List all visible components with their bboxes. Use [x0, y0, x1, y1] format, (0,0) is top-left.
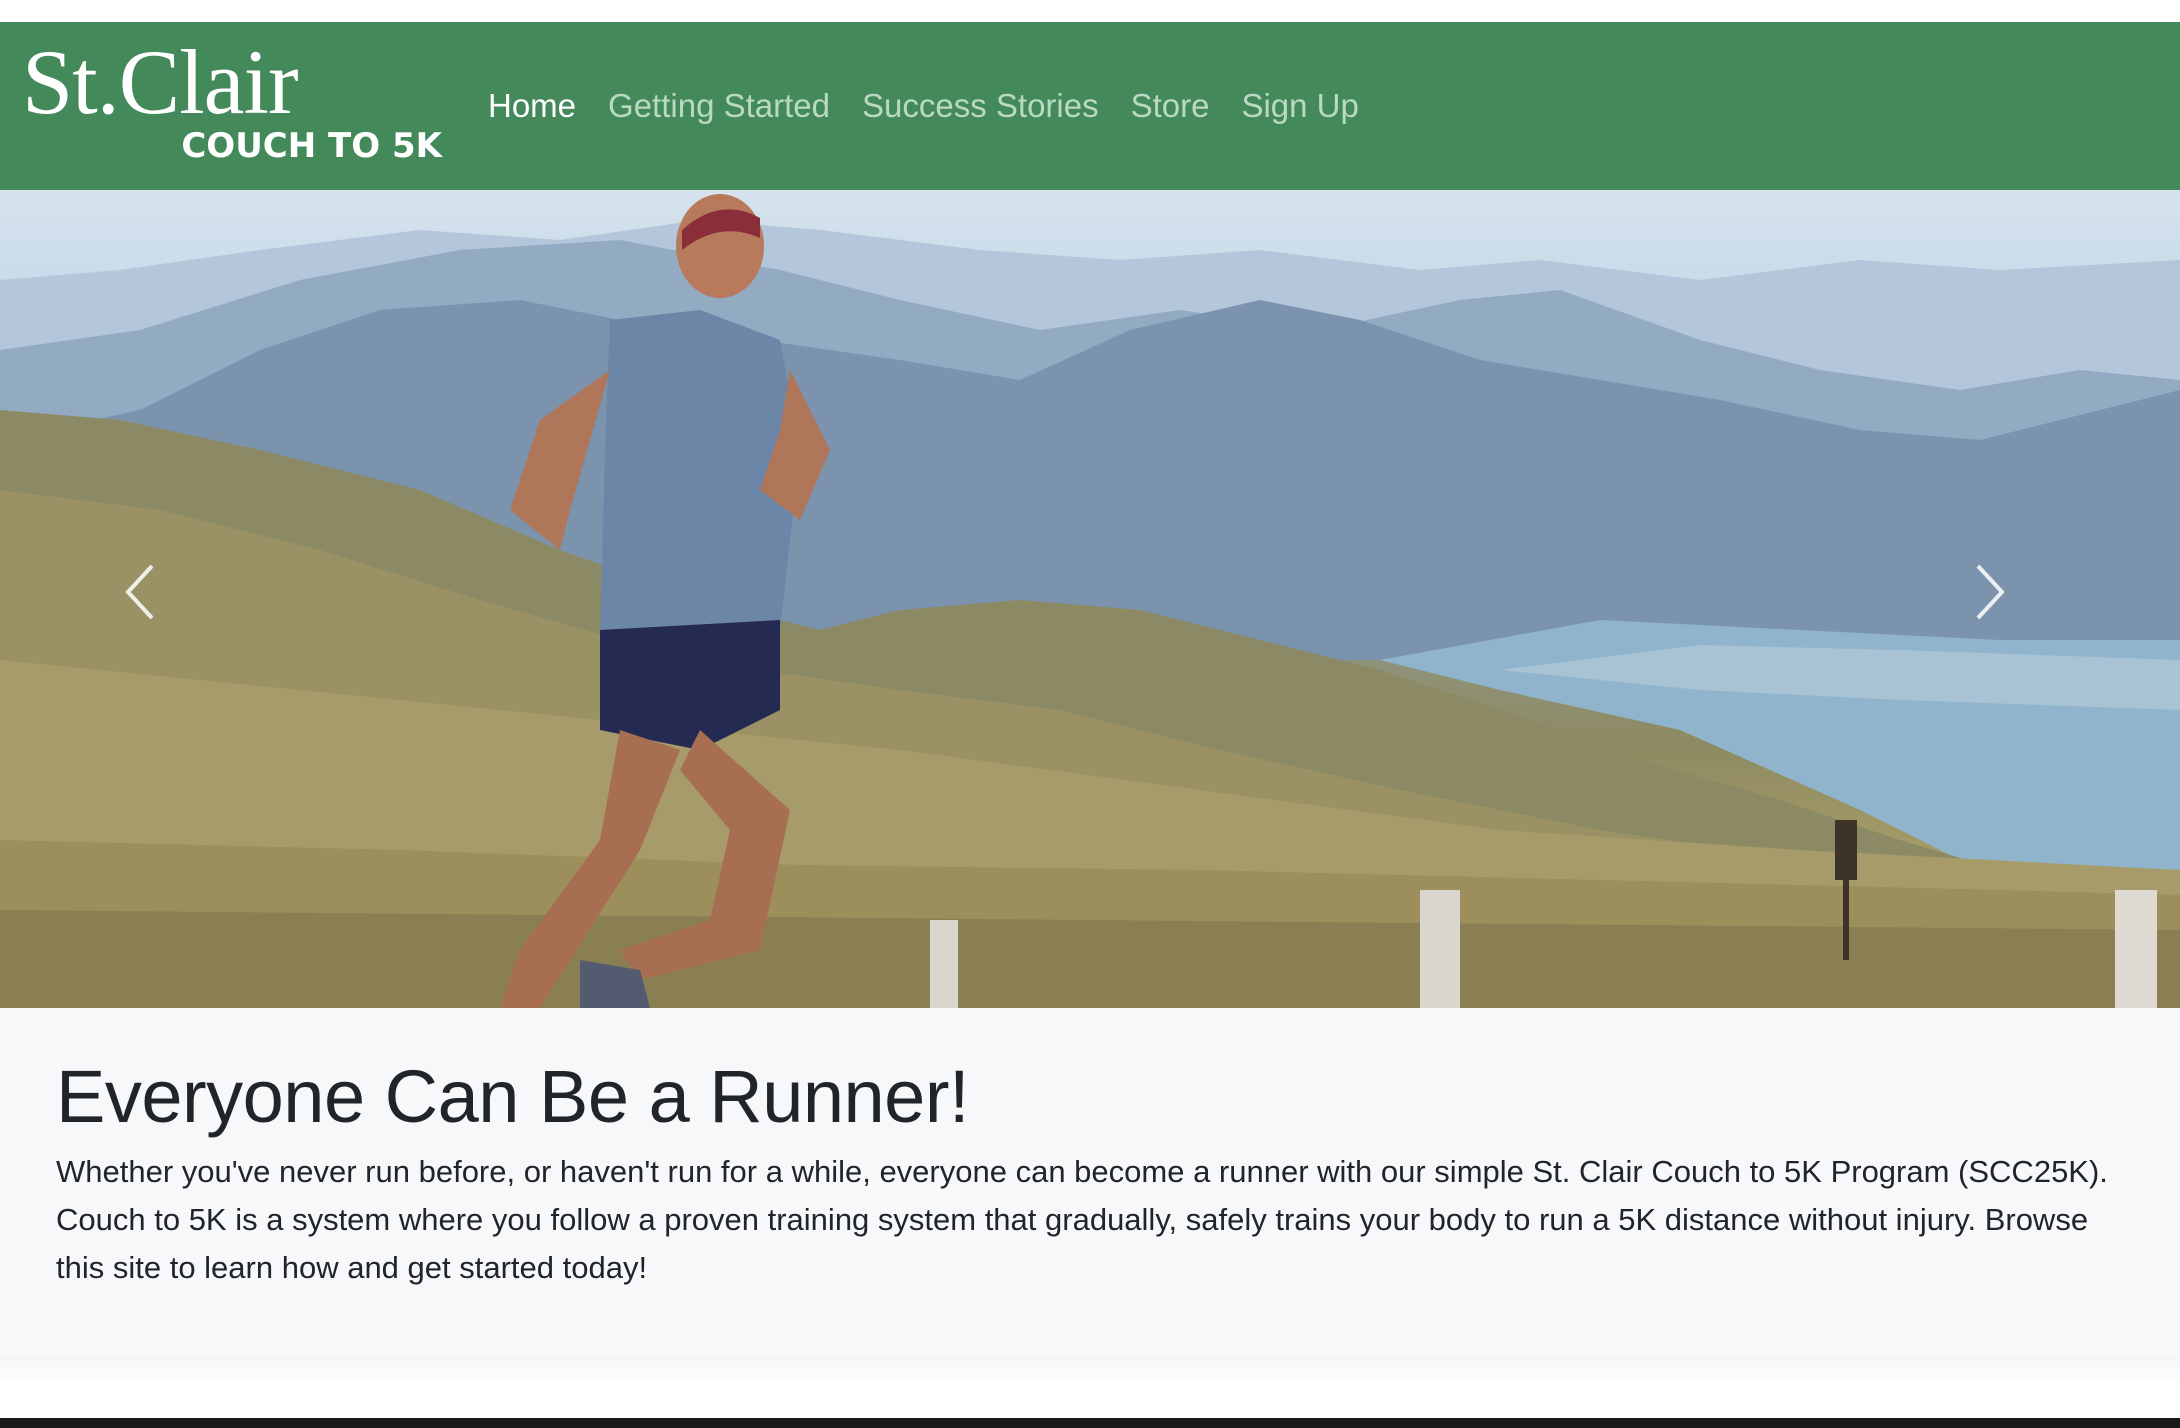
nav-success-stories[interactable]: Success Stories [846, 87, 1115, 125]
navbar: St.Clair COUCH TO 5K Home Getting Starte… [0, 22, 2180, 190]
nav-sign-up[interactable]: Sign Up [1225, 87, 1374, 125]
carousel-prev-button[interactable] [120, 560, 210, 650]
hero-carousel [0, 190, 2180, 1008]
brand-logo[interactable]: St.Clair COUCH TO 5K [22, 22, 442, 190]
main-nav: Home Getting Started Success Stories Sto… [472, 87, 1375, 125]
brand-tagline: COUCH TO 5K [181, 126, 442, 166]
intro-paragraph: Whether you've never run before, or have… [56, 1154, 2108, 1285]
nav-getting-started[interactable]: Getting Started [592, 87, 846, 125]
intro-section: Everyone Can Be a Runner! Whether you've… [0, 1008, 2180, 1356]
nav-store[interactable]: Store [1115, 87, 1226, 125]
browser-top-strip [0, 0, 2180, 22]
carousel-next-button[interactable] [1970, 560, 2060, 650]
page-heading: Everyone Can Be a Runner! [56, 1055, 970, 1138]
brand-name: St.Clair [22, 31, 299, 133]
nav-home[interactable]: Home [472, 87, 592, 125]
hero-image-runner-landscape [0, 194, 2180, 1008]
window-bottom-edge [0, 1418, 2180, 1428]
